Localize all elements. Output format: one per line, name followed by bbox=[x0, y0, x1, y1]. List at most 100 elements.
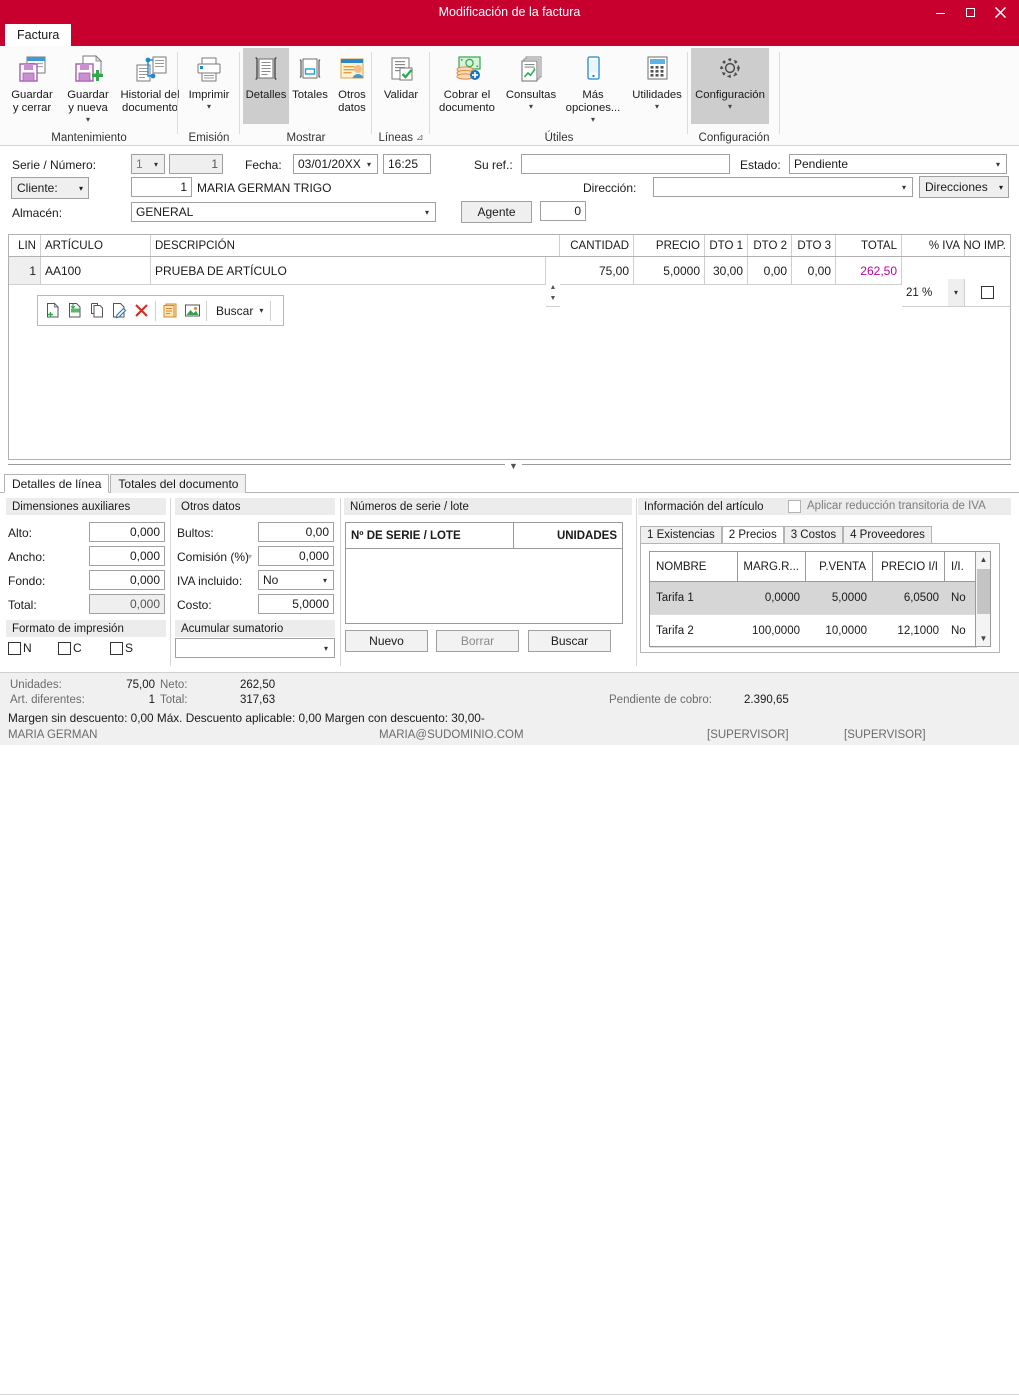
ribbon-button-cobrar-documento[interactable]: Cobrar el documento bbox=[433, 48, 501, 124]
check-n[interactable]: N bbox=[8, 641, 32, 655]
cell-descripcion[interactable]: PRUEBA DE ARTÍCULO bbox=[151, 257, 546, 285]
almacen-combo[interactable]: GENERAL ▾ bbox=[131, 202, 436, 222]
chevron-down-icon[interactable]: ▾ bbox=[529, 102, 533, 111]
col-cantidad[interactable]: CANTIDAD bbox=[560, 235, 634, 256]
reduccion-iva-checkbox[interactable] bbox=[788, 499, 801, 513]
no-imp-checkbox[interactable] bbox=[981, 286, 994, 299]
tab-existencias[interactable]: 1 Existencias bbox=[640, 526, 722, 544]
copy-line-icon[interactable] bbox=[86, 299, 108, 323]
check-s-box[interactable] bbox=[110, 641, 123, 655]
minimize-icon[interactable] bbox=[925, 1, 955, 23]
cell-dto1[interactable]: 30,00 bbox=[705, 257, 748, 285]
direcciones-button[interactable]: Direcciones ▾ bbox=[919, 176, 1009, 198]
comision-chevron-down-icon[interactable]: ▾ bbox=[248, 552, 252, 561]
col-dto1[interactable]: DTO 1 bbox=[705, 235, 748, 256]
col-n-serie-lote[interactable]: Nº DE SERIE / LOTE bbox=[346, 523, 514, 549]
col-ii[interactable]: I/I. bbox=[945, 552, 977, 582]
cell-nombre-2[interactable]: Tarifa 2 bbox=[650, 615, 738, 648]
col-lin[interactable]: LIN bbox=[9, 235, 41, 256]
tab-costos[interactable]: 3 Costos bbox=[783, 526, 844, 544]
image-icon[interactable] bbox=[181, 299, 203, 323]
reduccion-iva-checkbox-row[interactable]: Aplicar reducción transitoria de IVA bbox=[788, 497, 986, 515]
edit-line-icon[interactable] bbox=[108, 299, 130, 323]
chevron-down-icon[interactable]: ▾ bbox=[419, 203, 435, 221]
check-c[interactable]: C bbox=[58, 641, 82, 655]
close-icon[interactable] bbox=[985, 1, 1015, 23]
descripcion-spinner[interactable]: ▲ ▼ bbox=[546, 279, 560, 307]
scroll-up-icon[interactable]: ▲ bbox=[976, 552, 991, 567]
col-precio-ii[interactable]: PRECIO I/I bbox=[873, 552, 945, 582]
cell-dto2[interactable]: 0,00 bbox=[748, 257, 792, 285]
cell-pventa-2[interactable]: 10,0000 bbox=[806, 615, 873, 648]
cell-margen-2[interactable]: 100,0000 bbox=[738, 615, 806, 648]
chevron-down-icon[interactable]: ▾ bbox=[591, 115, 595, 124]
chevron-down-icon[interactable]: ▾ bbox=[318, 639, 334, 657]
tab-factura[interactable]: Factura bbox=[5, 24, 72, 46]
cliente-code-field[interactable]: 1 bbox=[131, 177, 192, 197]
iva-incluido-combo[interactable]: No ▾ bbox=[258, 570, 334, 590]
chevron-down-icon[interactable]: ▾ bbox=[999, 183, 1003, 192]
ancho-input[interactable]: 0,000 bbox=[89, 546, 165, 566]
chevron-down-icon[interactable]: ▾ bbox=[990, 155, 1006, 173]
buscar-serie-button[interactable]: Buscar bbox=[528, 630, 611, 652]
cell-ii-2[interactable]: No bbox=[945, 615, 977, 648]
costo-input[interactable]: 5,0000 bbox=[258, 594, 334, 614]
ribbon-button-configuracion[interactable]: Configuración ▾ bbox=[691, 48, 769, 124]
col-no-imp[interactable]: NO IMP. bbox=[963, 235, 1010, 256]
notes-icon[interactable] bbox=[159, 299, 181, 323]
ribbon-button-guardar-y-cerrar[interactable]: Guardar y cerrar bbox=[4, 48, 60, 124]
chevron-down-icon[interactable]: ▾ bbox=[655, 102, 659, 111]
cell-articulo[interactable]: AA100 bbox=[41, 257, 151, 285]
cell-pventa-1[interactable]: 5,0000 bbox=[806, 582, 873, 615]
scroll-thumb[interactable] bbox=[977, 569, 990, 614]
delete-line-icon[interactable] bbox=[130, 299, 152, 323]
cell-margen-1[interactable]: 0,0000 bbox=[738, 582, 806, 615]
numero-field[interactable]: 1 bbox=[169, 154, 223, 174]
col-articulo[interactable]: ARTÍCULO bbox=[41, 235, 151, 256]
cell-precio-ii-2[interactable]: 12,1000 bbox=[873, 615, 945, 648]
check-n-box[interactable] bbox=[8, 641, 21, 655]
su-ref-input[interactable] bbox=[521, 154, 730, 174]
price-table-scrollbar[interactable]: ▲ ▼ bbox=[975, 552, 990, 646]
maximize-icon[interactable] bbox=[955, 1, 985, 23]
tab-proveedores[interactable]: 4 Proveedores bbox=[843, 526, 932, 544]
ribbon-button-mas-opciones[interactable]: Más opciones... ▾ bbox=[561, 48, 625, 124]
table-row[interactable]: 1 AA100 PRUEBA DE ARTÍCULO ▲ ▼ 75,00 5,00… bbox=[9, 257, 1010, 307]
ribbon-button-otros-datos[interactable]: Otros datos bbox=[331, 48, 373, 124]
cell-ii-1[interactable]: No bbox=[945, 582, 977, 615]
agente-field[interactable]: 0 bbox=[540, 201, 586, 221]
comision-input[interactable]: 0,000 bbox=[258, 546, 334, 566]
agente-button[interactable]: Agente bbox=[461, 201, 532, 223]
col-pventa[interactable]: P.VENTA bbox=[806, 552, 873, 582]
fondo-input[interactable]: 0,000 bbox=[89, 570, 165, 590]
tab-detalles-de-linea[interactable]: Detalles de línea bbox=[4, 474, 110, 493]
ribbon-button-detalles[interactable]: Detalles bbox=[243, 48, 289, 124]
buscar-button[interactable]: Buscar bbox=[210, 304, 259, 318]
ribbon-button-validar[interactable]: Validar bbox=[374, 48, 428, 124]
col-nombre[interactable]: NOMBRE bbox=[650, 552, 738, 582]
chevron-down-icon[interactable]: ▾ bbox=[207, 102, 211, 111]
col-unidades[interactable]: UNIDADES bbox=[514, 523, 622, 549]
bultos-input[interactable]: 0,00 bbox=[258, 522, 334, 542]
fecha-combo[interactable]: 03/01/20XX ▾ bbox=[293, 154, 378, 174]
cell-no-imp[interactable] bbox=[965, 279, 1010, 307]
chevron-down-icon[interactable]: ▾ bbox=[259, 306, 267, 315]
chevron-down-icon[interactable]: ▾ bbox=[148, 155, 164, 173]
col-precio[interactable]: PRECIO bbox=[634, 235, 705, 256]
cliente-button[interactable]: Cliente: ▾ bbox=[11, 177, 89, 199]
tab-totales-del-documento[interactable]: Totales del documento bbox=[110, 474, 247, 493]
ribbon-button-utilidades[interactable]: Utilidades ▾ bbox=[625, 48, 689, 124]
insert-line-icon[interactable] bbox=[64, 299, 86, 323]
scroll-down-icon[interactable]: ▼ bbox=[976, 631, 991, 646]
ribbon-button-guardar-y-nueva[interactable]: Guardar y nueva ▾ bbox=[60, 48, 116, 124]
col-dto2[interactable]: DTO 2 bbox=[748, 235, 792, 256]
alto-input[interactable]: 0,000 bbox=[89, 522, 165, 542]
col-iva[interactable]: % IVA bbox=[902, 235, 965, 256]
estado-combo[interactable]: Pendiente ▾ bbox=[789, 154, 1007, 174]
new-line-icon[interactable] bbox=[42, 299, 64, 323]
col-dto3[interactable]: DTO 3 bbox=[792, 235, 836, 256]
chevron-down-icon[interactable]: ▾ bbox=[896, 178, 912, 196]
col-descripcion[interactable]: DESCRIPCIÓN bbox=[151, 235, 560, 256]
chevron-down-icon[interactable]: ▾ bbox=[79, 184, 83, 193]
ribbon-button-consultas[interactable]: Consultas ▾ bbox=[501, 48, 561, 124]
